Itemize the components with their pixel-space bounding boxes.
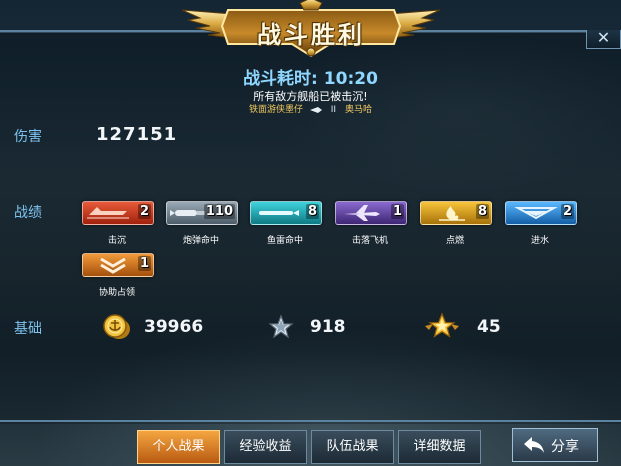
kill-feed-attacker: 铁面游侠墨仔 bbox=[249, 105, 304, 115]
panel-bottom-border bbox=[0, 420, 621, 422]
medal-plate: 8 bbox=[420, 201, 492, 225]
damage-value: 127151 bbox=[96, 124, 178, 145]
gold-coin-icon bbox=[103, 314, 130, 339]
battle-duration-value: 10:20 bbox=[323, 69, 378, 89]
medal-count: 2 bbox=[137, 204, 151, 219]
medal-plate: 1 bbox=[335, 201, 407, 225]
medal-count: 110 bbox=[203, 204, 235, 219]
medal-plate: 1 bbox=[82, 253, 154, 277]
share-label: 分享 bbox=[551, 439, 579, 455]
tab-team-results[interactable]: 队伍战果 bbox=[311, 430, 394, 464]
kill-feed-victim: 奥马哈 bbox=[344, 105, 372, 115]
kill-feed-separator: II bbox=[330, 105, 337, 115]
medal-flooding: 2 进水 bbox=[505, 201, 615, 251]
gold-star-wings-icon bbox=[425, 312, 459, 338]
record-label: 战绩 bbox=[14, 205, 42, 221]
silver-star-icon bbox=[268, 314, 294, 339]
credits-value: 39966 bbox=[144, 317, 204, 337]
damage-label: 伤害 bbox=[14, 129, 42, 145]
medal-count: 2 bbox=[560, 204, 574, 219]
battle-duration-label: 战斗耗时: bbox=[243, 69, 318, 89]
experience-value: 918 bbox=[310, 317, 346, 337]
medal-count: 8 bbox=[305, 204, 319, 219]
medal-plate: 110 bbox=[166, 201, 238, 225]
share-arrow-icon bbox=[524, 437, 544, 453]
medal-plate: 2 bbox=[505, 201, 577, 225]
victory-title: 战斗胜利 bbox=[257, 21, 365, 49]
medal-name: 进水 bbox=[530, 236, 549, 246]
share-button[interactable]: 分享 bbox=[512, 428, 598, 462]
medal-plate: 2 bbox=[82, 201, 154, 225]
tab-personal-results[interactable]: 个人战果 bbox=[137, 430, 220, 464]
medal-count: 8 bbox=[475, 204, 489, 219]
battle-result-screen: 战斗胜利 ✕ 战斗耗时: 10:20 所有敌方舰船已被击沉! 铁面游侠墨仔 II… bbox=[0, 0, 621, 466]
medal-count: 1 bbox=[390, 204, 404, 219]
tab-detailed-data[interactable]: 详细数据 bbox=[398, 430, 481, 464]
base-label: 基础 bbox=[14, 321, 42, 337]
captain-exp-value: 45 bbox=[477, 317, 501, 337]
torpedo-kill-icon bbox=[309, 106, 322, 113]
medal-count: 1 bbox=[137, 256, 151, 271]
close-button[interactable]: ✕ bbox=[586, 30, 621, 49]
tab-experience-gain[interactable]: 经验收益 bbox=[224, 430, 307, 464]
medal-name: 协助占领 bbox=[98, 288, 135, 298]
medal-assist-capture: 1 协助占领 bbox=[82, 253, 192, 303]
kill-feed: 铁面游侠墨仔 II 奥马哈 bbox=[0, 102, 621, 115]
battle-duration: 战斗耗时: 10:20 bbox=[0, 64, 621, 89]
medal-plate: 8 bbox=[250, 201, 322, 225]
